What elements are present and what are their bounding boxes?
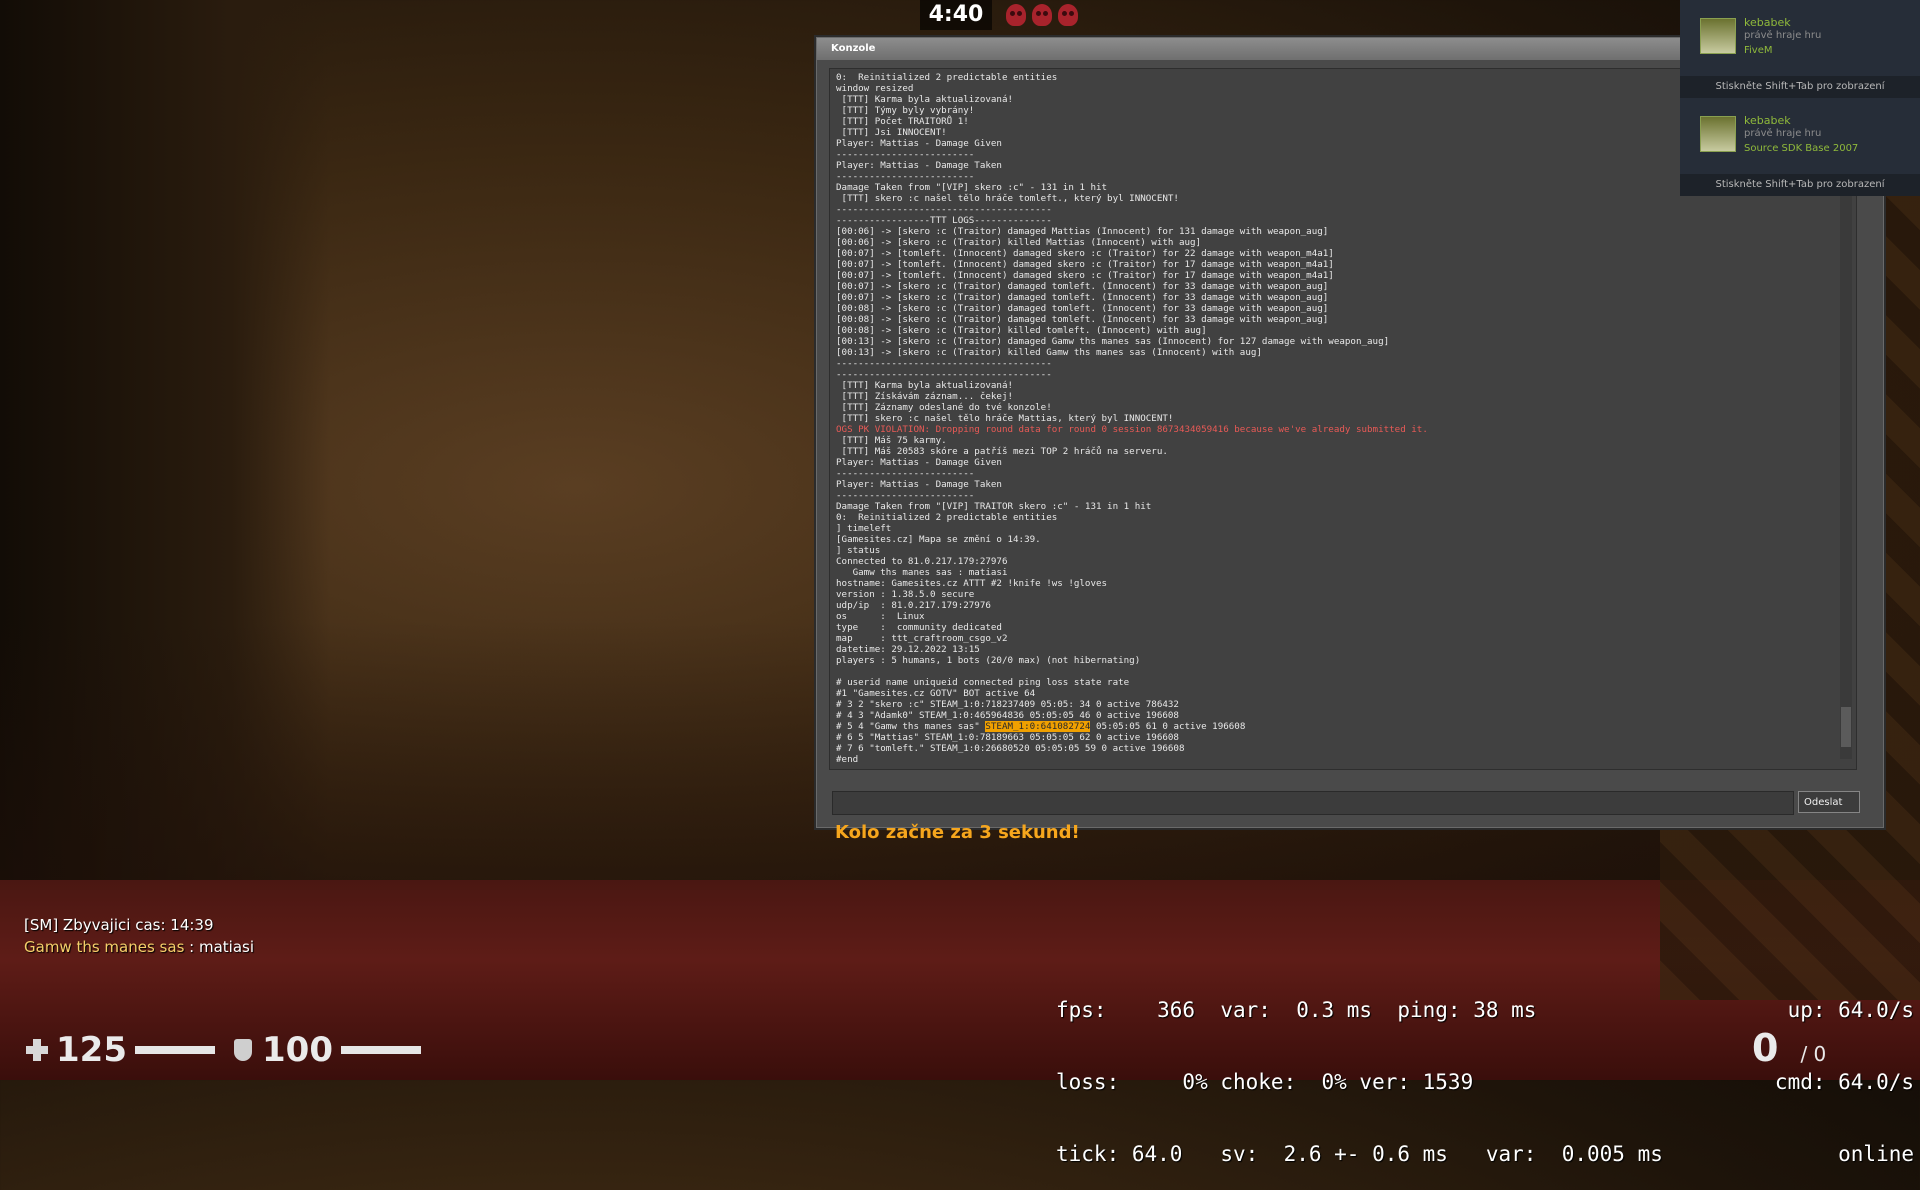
net-graph-line: fps: 366 var: 0.3 ms ping: 38 ms [1056,998,1537,1022]
chat-log: [SM] Zbyvajici cas: 14:39 Gamw ths manes… [24,916,254,960]
console-line: [00:07] -> [tomleft. (Innocent) damaged … [836,270,1334,281]
ammo-reserve: / 0 [1800,1042,1827,1066]
ammo-clip: 0 [1752,1026,1779,1070]
avatar [1700,18,1736,54]
chat-text: [SM] Zbyvajici cas: 14:39 [24,916,214,934]
console-line: -----------------TTT LOGS-------------- [836,215,1052,226]
console-line: ] status [836,545,881,556]
console-line: OGS PK VIOLATION: Dropping round data fo… [836,424,1428,435]
console-line: hostname: Gamesites.cz ATTT #2 !knife !w… [836,578,1108,589]
console-line: [00:07] -> [tomleft. (Innocent) damaged … [836,259,1334,270]
friend-name: kebabek [1744,16,1791,29]
console-line: Connected to 81.0.217.179:27976 [836,556,1008,567]
console-line: # 6 5 "Mattias" STEAM_1:0:78189663 05:05… [836,732,1179,743]
armor-value: 100 [262,1030,333,1070]
net-graph-line: tick: 64.0 sv: 2.6 +- 0.6 ms var: 0.005 … [1056,1142,1663,1166]
console-line: datetime: 29.12.2022 13:15 [836,644,980,655]
avatar [1700,116,1736,152]
console-line: # userid name uniqueid connected ping lo… [836,677,1130,688]
console-line: # 3 2 "skero :c" STEAM_1:0:718237409 05:… [836,699,1179,710]
console-line: # 4 3 "Adamk0" STEAM_1:0:465964836 05:05… [836,710,1179,721]
console-line: players : 5 humans, 1 bots (20/0 max) (n… [836,655,1141,666]
console-line: [00:07] -> [skero :c (Traitor) damaged t… [836,292,1329,303]
console-line: #end [836,754,859,765]
console-line: Gamw ths manes sas : matiasi [836,567,1008,578]
console-line: [00:13] -> [skero :c (Traitor) killed Ga… [836,347,1262,358]
net-graph-rates: up: 64.0/s cmd: 64.0/s online [1775,950,1914,1190]
console-line: # 5 4 "Gamw ths manes sas" STEAM_1:0:641… [836,721,1246,732]
net-graph: fps: 366 var: 0.3 ms ping: 38 ms loss: 0… [1056,950,1663,1190]
console-line: Player: Mattias - Damage Given [836,457,1002,468]
skull-icon [1032,4,1052,26]
console-line: Damage Taken from "[VIP] TRAITOR skero :… [836,501,1152,512]
health-value: 125 [56,1030,127,1070]
chat-line: [SM] Zbyvajici cas: 14:39 [24,916,254,938]
console-line: [00:13] -> [skero :c (Traitor) damaged G… [836,336,1390,347]
console-line: udp/ip : 81.0.217.179:27976 [836,600,991,611]
friend-status: právě hraje hru [1744,128,1822,139]
console-line: --------------------------------------- [836,369,1052,380]
friend-game: Source SDK Base 2007 [1744,143,1859,154]
chat-text: : matiasi [184,938,255,956]
console-line: os : Linux [836,611,925,622]
net-graph-line: loss: 0% choke: 0% ver: 1539 [1056,1070,1474,1094]
console-line: ------------------------- [836,490,975,501]
console-line: [00:06] -> [skero :c (Traitor) damaged M… [836,226,1329,237]
submit-button[interactable]: Odeslat [1798,791,1860,813]
chat-line: Gamw ths manes sas : matiasi [24,938,254,960]
console-line: [TTT] Máš 20583 skóre a patříš mezi TOP … [836,446,1168,457]
hud-armor: 100 [234,1030,421,1070]
console-line: map : ttt_craftroom_csgo_v2 [836,633,1008,644]
console-line: [TTT] Získávám záznam... čekej! [836,391,1014,402]
round-timer: 4:40 [920,0,992,30]
console-line: [00:08] -> [skero :c (Traitor) damaged t… [836,303,1329,314]
team-alive-indicators [1006,4,1078,26]
notification-hint: Stiskněte Shift+Tab pro zobrazení [1680,174,1920,196]
console-line: [00:06] -> [skero :c (Traitor) killed Ma… [836,237,1202,248]
console-line: # 7 6 "tomleft." STEAM_1:0:26680520 05:0… [836,743,1185,754]
console-line: [00:07] -> [tomleft. (Innocent) damaged … [836,248,1334,259]
skull-icon [1006,4,1026,26]
friend-name: kebabek [1744,114,1791,127]
console-line: [00:07] -> [skero :c (Traitor) damaged t… [836,281,1329,292]
console-line: 0: Reinitialized 2 predictable entities [836,512,1058,523]
chat-player-name: Gamw ths manes sas [24,938,185,956]
console-line: [00:08] -> [skero :c (Traitor) killed to… [836,325,1207,336]
armor-bar [340,1046,421,1054]
net-graph-line: cmd: 64.0/s [1774,1070,1914,1094]
steam-notification[interactable]: kebabek právě hraje hru FiveM Stiskněte … [1680,0,1920,98]
health-bar [134,1046,215,1054]
console-line: #1 "Gamesites.cz GOTV" BOT active 64 [836,688,1036,699]
hud-health: 125 [26,1030,215,1070]
friend-game: FiveM [1744,45,1773,56]
net-graph-line: online [1838,1142,1914,1166]
console-line: [00:08] -> [skero :c (Traitor) damaged t… [836,314,1329,325]
console-line: [TTT] Máš 75 karmy. [836,435,947,446]
console-line: [TTT] skero :c našel tělo hráče Mattias,… [836,413,1174,424]
scroll-thumb[interactable] [1841,707,1851,747]
console-line: [TTT] Karma byla aktualizovaná! [836,380,1014,391]
console-line: --------------------------------------- [836,358,1052,369]
console-line: [Gamesites.cz] Mapa se změní o 14:39. [836,534,1041,545]
console-line: type : community dedicated [836,622,1002,633]
round-start-message: Kolo začne za 3 sekund! [835,822,1080,843]
notification-hint: Stiskněte Shift+Tab pro zobrazení [1680,76,1920,98]
skull-icon [1058,4,1078,26]
console-line: version : 1.38.5.0 secure [836,589,975,600]
highlighted-steam-id: STEAM_1:0:641082724 [985,721,1091,732]
steam-notification[interactable]: kebabek právě hraje hru Source SDK Base … [1680,98,1920,196]
net-graph-line: up: 64.0/s [1787,998,1914,1022]
hud-ammo: 0 / 0 [1752,1026,1826,1070]
armor-shield-icon [234,1039,252,1061]
console-line: Player: Mattias - Damage Taken [836,479,1002,490]
console-input[interactable] [832,791,1794,815]
console-line: --------------------------------------- [836,204,1052,215]
console-line: ] timeleft [836,523,892,534]
console-line: ------------------------- [836,468,975,479]
console-line: [TTT] Záznamy odeslané do tvé konzole! [836,402,1052,413]
friend-status: právě hraje hru [1744,30,1822,41]
health-cross-icon [26,1039,48,1061]
